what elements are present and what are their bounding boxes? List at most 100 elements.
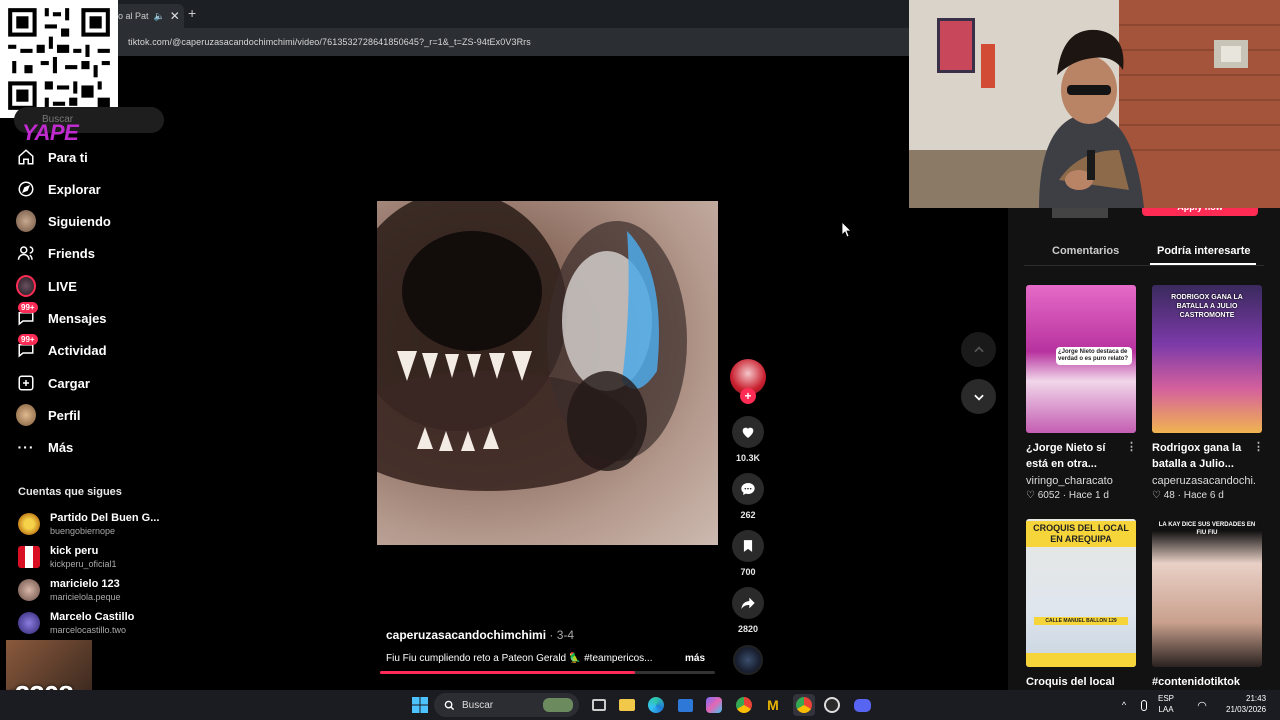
comment-button[interactable]: 262 xyxy=(731,473,765,520)
more-button[interactable]: más xyxy=(685,653,705,664)
tab-title: o al Pat xyxy=(118,11,149,21)
card-author[interactable]: caperuzasacandochi... xyxy=(1152,475,1257,487)
card-title[interactable]: ¿Jorge Nieto sí está en otra... xyxy=(1026,440,1126,472)
nav-label: Para ti xyxy=(48,149,88,165)
music-disc[interactable] xyxy=(733,645,763,675)
account-item[interactable]: Partido Del Buen G... buengobiernope xyxy=(18,512,159,536)
video-player[interactable] xyxy=(377,201,718,545)
share-button[interactable]: 2820 xyxy=(731,587,765,634)
video-thumbnail[interactable]: RODRIGOX GANA LA BATALLA A JULIO CASTROM… xyxy=(1152,285,1262,433)
tab-active-indicator xyxy=(1150,263,1256,265)
chevron-up-icon[interactable]: ^ xyxy=(1114,695,1134,715)
copilot-icon[interactable] xyxy=(704,695,724,715)
heart-icon[interactable] xyxy=(732,416,764,448)
nav-para-ti[interactable]: Para ti xyxy=(16,147,88,167)
next-video-button[interactable] xyxy=(961,379,996,414)
comment-icon[interactable] xyxy=(732,473,764,505)
close-tab-icon[interactable]: ✕ xyxy=(170,9,180,23)
card-title[interactable]: #contenidotiktok xyxy=(1152,674,1252,690)
save-button[interactable]: 700 xyxy=(731,530,765,577)
url-text[interactable]: tiktok.com/@caperuzasacandochimchimi/vid… xyxy=(128,37,531,47)
comment-count: 262 xyxy=(740,510,756,520)
store-icon[interactable] xyxy=(675,695,695,715)
tab-divider xyxy=(1024,265,1264,266)
discord-icon[interactable] xyxy=(852,695,872,715)
task-view-icon[interactable] xyxy=(589,695,609,715)
qr-code xyxy=(0,0,118,118)
heart-icon: ♡ xyxy=(1152,490,1161,501)
like-count: 10.3K xyxy=(735,453,761,463)
card-title[interactable]: Croquis del local xyxy=(1026,674,1126,690)
chevron-up-icon xyxy=(973,345,984,352)
live-avatar xyxy=(16,275,36,297)
app-m-icon[interactable]: M xyxy=(763,695,783,715)
clock[interactable]: 21:43 21/03/2026 xyxy=(1226,693,1266,715)
follow-button[interactable]: + xyxy=(740,388,756,404)
more-options-icon[interactable]: ⋮ xyxy=(1126,440,1137,453)
account-item[interactable]: kick peru kickperu_oficial1 xyxy=(18,545,117,569)
tab-comments[interactable]: Comentarios xyxy=(1052,245,1119,257)
obs-icon[interactable] xyxy=(822,695,842,715)
card-title[interactable]: Rodrigox gana la batalla a Julio... xyxy=(1152,440,1252,472)
search-icon xyxy=(444,700,455,710)
nav-label: Siguiendo xyxy=(48,213,111,229)
speaker-icon[interactable]: 🔈 xyxy=(154,11,165,22)
avatar xyxy=(18,612,40,634)
language-indicator[interactable]: ESP LAA xyxy=(1158,693,1174,715)
account-item[interactable]: maricielo 123 maricielola.peque xyxy=(18,578,121,602)
account-item[interactable]: Marcelo Castillo marcelocastillo.two xyxy=(18,611,134,635)
windows-start-icon[interactable] xyxy=(410,695,430,715)
yape-logo: YAPE xyxy=(22,120,79,145)
card-stats: ♡ 48 · Hace 6 d xyxy=(1152,490,1224,501)
wifi-icon[interactable]: ◠ xyxy=(1192,695,1212,715)
chevron-down-icon xyxy=(973,394,984,401)
more-options-icon[interactable]: ⋮ xyxy=(1253,440,1264,453)
nav-mensajes[interactable]: 99+ Mensajes xyxy=(16,302,107,328)
nav-mas[interactable]: ··· Más xyxy=(16,437,74,457)
share-icon[interactable] xyxy=(732,587,764,619)
nav-siguiendo[interactable]: Siguiendo xyxy=(16,210,111,232)
message-icon: 99+ xyxy=(16,302,38,328)
video-thumbnail[interactable]: CROQUIS DEL LOCAL EN AREQUIPA CALLE MANU… xyxy=(1026,519,1136,667)
nav-cargar[interactable]: Cargar xyxy=(16,373,90,393)
previous-video-button[interactable] xyxy=(961,332,996,367)
upload-icon xyxy=(16,373,36,393)
bookmark-icon[interactable] xyxy=(732,530,764,562)
following-title: Cuentas que sigues xyxy=(18,486,122,498)
more-icon: ··· xyxy=(17,439,35,455)
save-count: 700 xyxy=(740,567,756,577)
taskbar xyxy=(0,690,1280,720)
nav-label: Perfil xyxy=(48,407,81,423)
browser-tab[interactable]: o al Pat 🔈 ✕ xyxy=(108,4,184,28)
file-explorer-icon[interactable] xyxy=(617,695,637,715)
chrome-active-icon[interactable] xyxy=(793,694,815,716)
video-thumbnail[interactable]: LA KAY DICE SUS VERDADES EN FIU FIU xyxy=(1152,519,1262,667)
nav-label: Friends xyxy=(48,245,95,261)
avatar xyxy=(16,404,36,426)
heart-icon: ♡ xyxy=(1026,490,1035,501)
avatar xyxy=(16,210,36,232)
tab-recommended[interactable]: Podría interesarte xyxy=(1157,245,1251,257)
video-caption: Fiu Fiu cumpliendo reto a Pateon Gerald … xyxy=(386,653,653,664)
nav-label: Cargar xyxy=(48,375,90,391)
video-thumbnail[interactable]: ¿Jorge Nieto destaca de verdad o es puro… xyxy=(1026,285,1136,433)
nav-friends[interactable]: Friends xyxy=(16,243,95,263)
like-button[interactable]: 10.3K xyxy=(731,416,765,463)
nav-explorar[interactable]: Explorar xyxy=(16,179,101,199)
card-author[interactable]: viringo_characato xyxy=(1026,475,1113,487)
taskbar-search[interactable]: Buscar xyxy=(434,693,579,717)
new-tab-button[interactable]: + xyxy=(188,5,196,21)
chrome-icon[interactable] xyxy=(734,695,754,715)
nav-label: Explorar xyxy=(48,181,101,197)
card-stats: ♡ 6052 · Hace 1 d xyxy=(1026,490,1109,501)
avatar xyxy=(18,579,40,601)
nav-actividad[interactable]: 99+ Actividad xyxy=(16,334,107,360)
video-author[interactable]: caperuzasacandochimchimi · 3-4 xyxy=(386,628,574,642)
nav-live[interactable]: LIVE xyxy=(16,275,77,297)
nav-perfil[interactable]: Perfil xyxy=(16,404,81,426)
edge-icon[interactable] xyxy=(646,695,666,715)
search-highlight-icon xyxy=(543,698,573,712)
avatar xyxy=(18,513,40,535)
microphone-icon[interactable] xyxy=(1134,695,1154,715)
nav-label: Mensajes xyxy=(48,310,107,326)
